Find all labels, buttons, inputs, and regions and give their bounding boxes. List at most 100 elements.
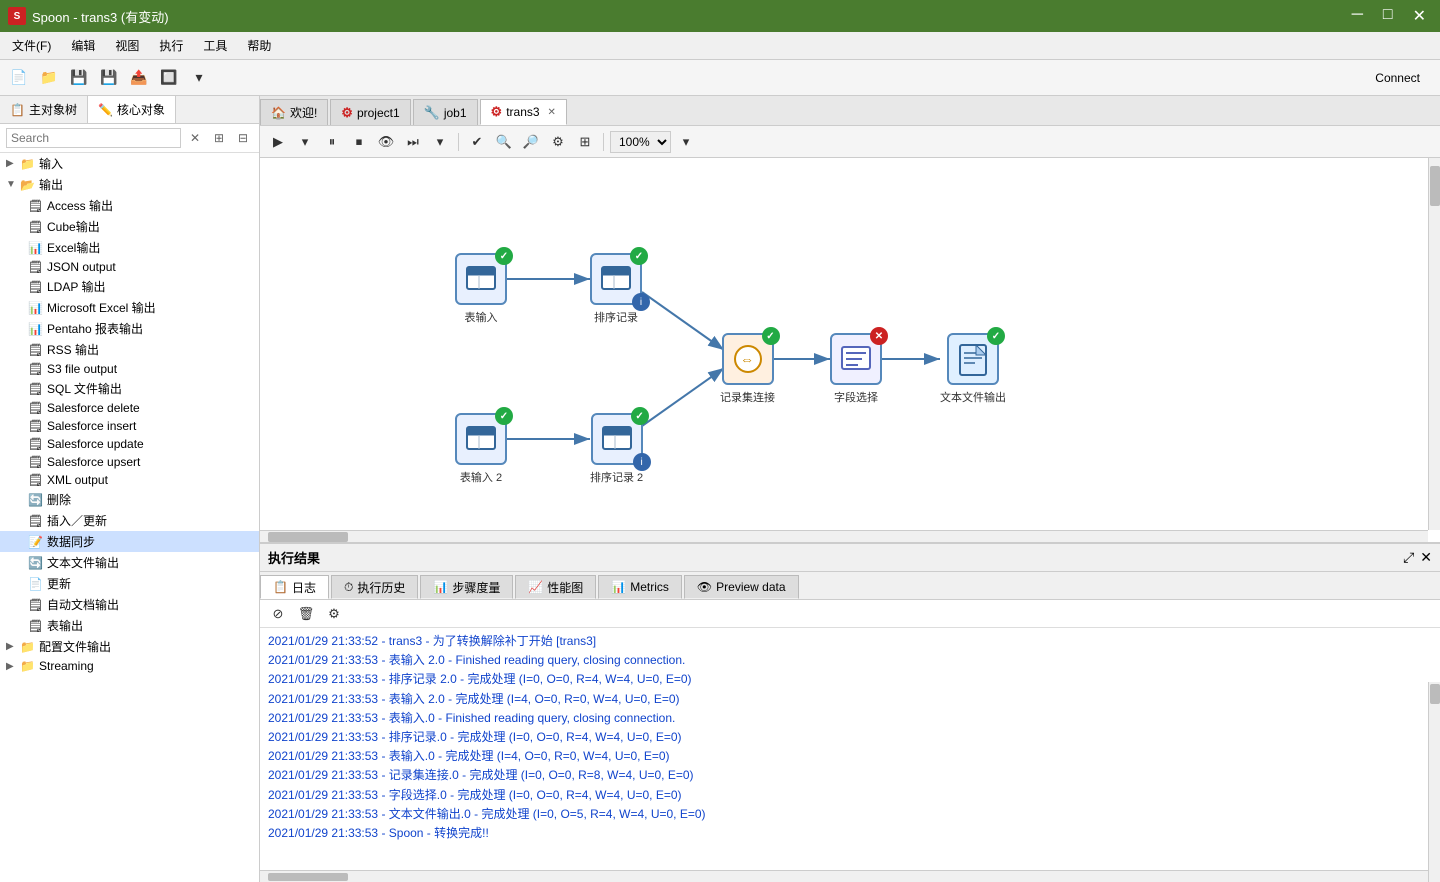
stop-button[interactable]: ⏹	[347, 130, 371, 154]
tab-project1[interactable]: ⚙ project1	[330, 99, 410, 125]
layers-button[interactable]: 🔲	[156, 65, 182, 91]
bottom-tab-steps[interactable]: 📊 步骤度量	[420, 575, 513, 599]
list-item[interactable]: 🗒 Salesforce upsert	[0, 453, 259, 471]
explore-button[interactable]: 🔎	[519, 130, 543, 154]
save-as-button[interactable]: 💾	[96, 65, 122, 91]
run-button[interactable]: ▶	[266, 130, 290, 154]
menu-tools[interactable]: 工具	[195, 34, 235, 57]
list-item[interactable]: 🗒 Salesforce delete	[0, 399, 259, 417]
node-sort-records[interactable]: ✓ i 排序记录	[590, 253, 642, 325]
tree-item-transform-folder[interactable]: ▶ 📁 Streaming	[0, 657, 259, 675]
list-item[interactable]: 🗒 RSS 输出	[0, 339, 259, 360]
list-item[interactable]: 🗒 SQL 文件输出	[0, 378, 259, 399]
node-table-input-2[interactable]: ✓ 表输入 2	[455, 413, 507, 485]
bottom-title: 执行结果	[268, 548, 320, 567]
pause-button[interactable]: ⏸	[320, 130, 344, 154]
connect-button[interactable]: Connect	[1369, 69, 1426, 87]
list-item[interactable]: 🗒 S3 file output	[0, 360, 259, 378]
log-entry: 2021/01/29 21:33:53 - 记录集连接.0 - 完成处理 (I=…	[268, 766, 1432, 785]
new-button[interactable]: 📄	[6, 65, 32, 91]
step-dropdown-button[interactable]: ▾	[428, 130, 452, 154]
log-settings-button[interactable]: ⚙	[322, 602, 346, 626]
search-collapse-button[interactable]: ⊟	[233, 128, 253, 148]
close-panel-icon[interactable]: ✕	[1420, 549, 1432, 566]
node-sort-records-2[interactable]: ✓ i 排序记录 2	[590, 413, 643, 485]
separator	[603, 133, 604, 151]
zoom-select[interactable]: 100% 50% 75% 125% 150% 200%	[610, 131, 671, 153]
file-icon: 📝	[28, 535, 44, 549]
align-button[interactable]: ⊞	[573, 130, 597, 154]
node-label: 记录集连接	[720, 389, 775, 405]
tree-item-output-folder[interactable]: ▼ 📂 输出	[0, 174, 259, 195]
search-clear-button[interactable]: ✕	[185, 128, 205, 148]
node-merge-records[interactable]: ⇔ ✓ 记录集连接	[720, 333, 775, 405]
log-clear-button[interactable]: 🗑	[294, 602, 318, 626]
minimize-button[interactable]: ─	[1346, 6, 1369, 26]
close-button[interactable]: ✕	[1407, 6, 1432, 26]
open-folder-button[interactable]: 📁	[36, 65, 62, 91]
tab-close-icon[interactable]: ✕	[548, 107, 556, 118]
node-icon: ✓ i	[591, 413, 643, 465]
dropdown-button[interactable]: ▾	[186, 65, 212, 91]
bottom-scrollbar-h[interactable]	[260, 870, 1440, 882]
tree-item-input-folder[interactable]: ▶ 📁 输入	[0, 153, 259, 174]
settings-button[interactable]: ⚙	[546, 130, 570, 154]
right-panel: 🏠 欢迎! ⚙ project1 🔧 job1 ⚙ trans3 ✕ ▶ ▾ ⏸…	[260, 96, 1440, 882]
node-text-file-output[interactable]: ✓ 文本文件输出	[940, 333, 1006, 405]
node-table-input[interactable]: ✓ 表输入	[455, 253, 507, 325]
menu-file[interactable]: 文件(F)	[4, 34, 59, 57]
maximize-button[interactable]: □	[1377, 6, 1399, 26]
bottom-tab-preview[interactable]: 👁 Preview data	[684, 575, 799, 599]
list-item[interactable]: 📊 Excel输出	[0, 237, 259, 258]
bottom-tab-perf[interactable]: 📈 性能图	[515, 575, 596, 599]
list-item[interactable]: 📄 更新	[0, 573, 259, 594]
menu-help[interactable]: 帮助	[239, 34, 279, 57]
list-item[interactable]: 🗒 自动文档输出	[0, 594, 259, 615]
bottom-tab-log[interactable]: 📋 日志	[260, 575, 329, 599]
tab-job1[interactable]: 🔧 job1	[413, 99, 478, 125]
menu-bar: 文件(F) 编辑 视图 执行 工具 帮助	[0, 32, 1440, 60]
bottom-scrollbar-v[interactable]	[1428, 682, 1440, 882]
list-item[interactable]: 📊 Pentaho 报表输出	[0, 318, 259, 339]
list-item[interactable]: 🗒 XML output	[0, 471, 259, 489]
canvas-scrollbar-v[interactable]	[1428, 158, 1440, 530]
bottom-tab-metrics[interactable]: 📊 Metrics	[598, 575, 682, 599]
check-button[interactable]: ✔	[465, 130, 489, 154]
list-item[interactable]: 🗒 Salesforce update	[0, 435, 259, 453]
file-icon: 🗒	[28, 455, 44, 469]
list-item[interactable]: 🗒 LDAP 输出	[0, 276, 259, 297]
bottom-tab-history[interactable]: ⏱ 执行历史	[331, 575, 418, 599]
tab-welcome[interactable]: 🏠 欢迎!	[260, 99, 328, 125]
expand-icon[interactable]: ⤢	[1403, 549, 1414, 566]
search-input[interactable]	[6, 128, 181, 148]
export-button[interactable]: 📤	[126, 65, 152, 91]
tree-item-streaming-folder[interactable]: ▶ 📁 配置文件输出	[0, 636, 259, 657]
list-item[interactable]: 🔄 文本文件输出	[0, 552, 259, 573]
list-item[interactable]: 📊 Microsoft Excel 输出	[0, 297, 259, 318]
list-item[interactable]: 🔄 删除	[0, 489, 259, 510]
search-button[interactable]: 🔍	[492, 130, 516, 154]
tab-bar: 🏠 欢迎! ⚙ project1 🔧 job1 ⚙ trans3 ✕	[260, 96, 1440, 126]
list-item[interactable]: 🗒 表输出	[0, 615, 259, 636]
save-button[interactable]: 💾	[66, 65, 92, 91]
list-item[interactable]: 🗒 Salesforce insert	[0, 417, 259, 435]
canvas-scrollbar-h[interactable]	[260, 530, 1428, 542]
run-dropdown-button[interactable]: ▾	[293, 130, 317, 154]
node-field-select[interactable]: ✕ 字段选择	[830, 333, 882, 405]
menu-edit[interactable]: 编辑	[63, 34, 103, 57]
list-item[interactable]: 🗒 Access 输出	[0, 195, 259, 216]
list-item-text-output[interactable]: 📝 数据同步	[0, 531, 259, 552]
log-stop-button[interactable]: ⊘	[266, 602, 290, 626]
menu-view[interactable]: 视图	[107, 34, 147, 57]
search-options-button[interactable]: ⊞	[209, 128, 229, 148]
menu-run[interactable]: 执行	[151, 34, 191, 57]
step-button[interactable]: ⏭	[401, 130, 425, 154]
list-item[interactable]: 🗒 插入／更新	[0, 510, 259, 531]
sidebar-tab-core[interactable]: ✏️ 核心对象	[88, 96, 176, 123]
preview-button[interactable]: 👁	[374, 130, 398, 154]
sidebar-tab-main[interactable]: 📋 主对象树	[0, 96, 88, 123]
list-item[interactable]: 🗒 Cube输出	[0, 216, 259, 237]
list-item[interactable]: 🗒 JSON output	[0, 258, 259, 276]
tab-trans3[interactable]: ⚙ trans3 ✕	[480, 99, 567, 125]
zoom-dropdown-button[interactable]: ▾	[674, 130, 698, 154]
